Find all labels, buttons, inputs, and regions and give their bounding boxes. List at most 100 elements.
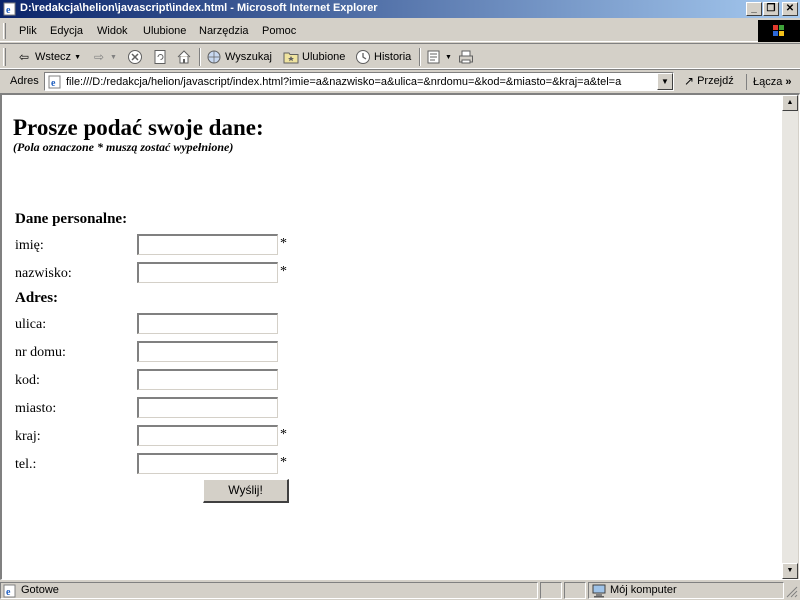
maximize-button[interactable]: ❐ [763, 2, 779, 16]
search-icon [207, 50, 221, 64]
go-arrow-icon: ↗ [684, 74, 695, 88]
city-label: miasto: [15, 401, 57, 416]
menu-edit[interactable]: Edycja [50, 25, 83, 37]
status-pane [564, 582, 586, 599]
postal-code-input[interactable] [137, 369, 278, 390]
title-bar: e D:\redakcja\helion\javascript\index.ht… [0, 0, 800, 18]
required-marker: * [280, 455, 287, 470]
last-name-label: nazwisko: [15, 266, 72, 281]
standard-toolbar: ⇦ Wstecz ▼ ⇨ ▼ Wyszukaj Ulubione Histori… [0, 43, 800, 69]
stop-button[interactable] [127, 48, 143, 66]
first-name-label: imię: [15, 238, 44, 253]
menu-tools[interactable]: Narzędzia [199, 25, 249, 37]
last-name-input[interactable] [137, 262, 278, 283]
menu-favorites[interactable]: Ulubione [143, 25, 186, 37]
zone-text: Mój komputer [610, 584, 677, 596]
chevron-right-icon[interactable]: » [785, 76, 791, 88]
svg-text:e: e [6, 5, 11, 16]
minimize-button[interactable]: _ [746, 2, 762, 16]
computer-icon [592, 584, 606, 598]
menu-bar: Plik Edycja Widok Ulubione Narzędzia Pom… [0, 20, 800, 42]
forward-dropdown-icon[interactable]: ▼ [110, 54, 117, 61]
home-button[interactable] [176, 48, 192, 66]
windows-flag-icon [773, 25, 784, 36]
status-bar: e Gotowe Mój komputer [0, 580, 800, 600]
history-icon [356, 50, 370, 64]
address-url: file:///D:/redakcja/helion/javascript/in… [66, 76, 622, 88]
resize-grip-icon[interactable] [786, 586, 798, 598]
required-fields-note: (Pola oznaczone * muszą zostać wypełnion… [13, 140, 234, 154]
close-button[interactable]: ✕ [782, 2, 798, 16]
mail-dropdown-icon[interactable]: ▼ [445, 54, 452, 61]
address-dropdown-icon[interactable]: ▼ [657, 73, 673, 90]
mail-button[interactable]: ▼ [426, 48, 452, 66]
address-label: Adres [10, 75, 39, 87]
back-button[interactable]: ⇦ Wstecz ▼ [16, 48, 81, 66]
search-button[interactable]: Wyszukaj [206, 48, 272, 66]
page-title: Prosze podać swoje dane: [13, 115, 264, 140]
ie-page-icon: e [3, 2, 16, 16]
favorites-button[interactable]: Ulubione [283, 48, 345, 66]
toolbar-separator [199, 48, 201, 66]
stop-icon [128, 50, 142, 64]
status-pane [540, 582, 562, 599]
search-label: Wyszukaj [225, 51, 272, 63]
svg-text:e: e [6, 587, 11, 598]
svg-text:e: e [51, 78, 56, 89]
status-pane-main [0, 582, 538, 599]
address-bar: Adres e file:///D:/redakcja/helion/javas… [0, 69, 800, 91]
house-number-label: nr domu: [15, 345, 66, 360]
personal-data-heading: Dane personalne: [15, 211, 128, 227]
menu-help[interactable]: Pomoc [262, 25, 296, 37]
go-label: Przejdź [697, 75, 734, 87]
phone-label: tel.: [15, 457, 37, 472]
required-marker: * [280, 427, 287, 442]
back-label: Wstecz [35, 51, 72, 63]
history-button[interactable]: Historia [355, 48, 411, 66]
refresh-icon [154, 50, 166, 64]
toolbar-separator [419, 48, 421, 66]
vertical-scrollbar[interactable]: ▲ ▼ [782, 95, 798, 579]
home-icon [177, 50, 191, 64]
address-heading: Adres: [15, 290, 59, 306]
address-input[interactable]: e file:///D:/redakcja/helion/javascript/… [44, 72, 674, 91]
back-dropdown-icon[interactable]: ▼ [74, 54, 81, 61]
street-label: ulica: [15, 317, 47, 332]
house-number-input[interactable] [137, 341, 278, 362]
mail-icon [427, 50, 440, 64]
menubar-grip[interactable] [3, 23, 6, 39]
country-input[interactable] [137, 425, 278, 446]
print-icon [459, 50, 473, 64]
city-input[interactable] [137, 397, 278, 418]
phone-input[interactable] [137, 453, 278, 474]
page-icon: e [48, 75, 61, 89]
first-name-input[interactable] [137, 234, 278, 255]
links-toolbar[interactable]: Łącza » [746, 74, 791, 90]
submit-button[interactable]: Wyślij! [203, 479, 289, 503]
back-arrow-icon: ⇦ [18, 50, 30, 64]
refresh-button[interactable] [152, 48, 168, 66]
scroll-down-icon[interactable]: ▼ [782, 563, 798, 579]
go-button[interactable]: ↗ Przejdź [684, 74, 734, 88]
forward-button[interactable]: ⇨ ▼ [91, 48, 117, 66]
required-marker: * [280, 236, 287, 251]
country-label: kraj: [15, 429, 41, 444]
history-label: Historia [374, 51, 412, 63]
postal-code-label: kod: [15, 373, 40, 388]
favorites-folder-icon [283, 52, 299, 64]
required-marker: * [280, 264, 287, 279]
street-input[interactable] [137, 313, 278, 334]
forward-arrow-icon: ⇨ [93, 50, 105, 64]
favorites-label: Ulubione [302, 51, 346, 63]
done-page-icon: e [3, 584, 16, 598]
scroll-up-icon[interactable]: ▲ [782, 95, 798, 111]
web-page: Prosze podać swoje dane: (Pola oznaczone… [2, 95, 782, 579]
windows-logo [758, 20, 800, 42]
toolbar-grip[interactable] [3, 48, 6, 66]
window-title: D:\redakcja\helion\javascript\index.html… [20, 2, 378, 14]
menu-file[interactable]: Plik [19, 25, 37, 37]
print-button[interactable] [458, 48, 474, 66]
menu-view[interactable]: Widok [97, 25, 128, 37]
links-label: Łącza [753, 76, 783, 88]
status-text: Gotowe [21, 584, 59, 596]
